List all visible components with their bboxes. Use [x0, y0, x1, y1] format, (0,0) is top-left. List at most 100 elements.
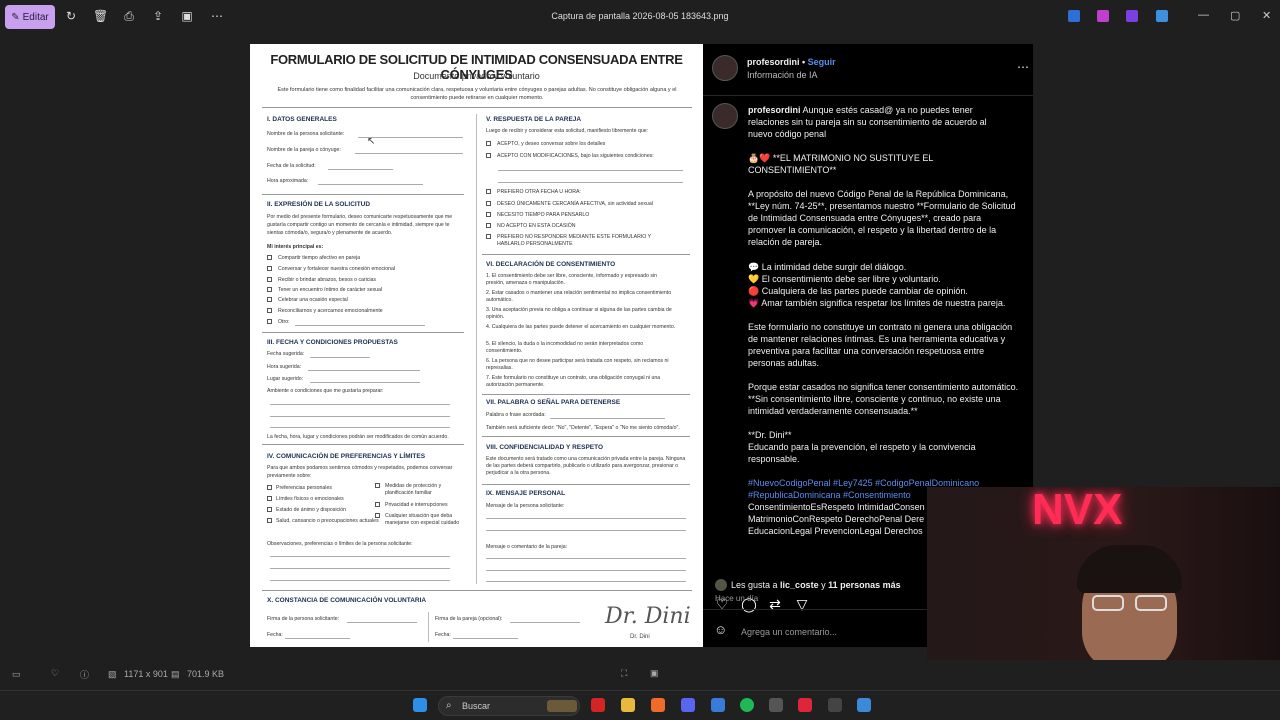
option-label: Privacidad e interrupciones	[385, 502, 448, 508]
field-line	[328, 169, 393, 170]
media-player-icon[interactable]	[591, 698, 605, 712]
column-divider	[428, 612, 429, 642]
avatar[interactable]	[712, 103, 738, 129]
post-username[interactable]: profesordini • Seguir	[747, 56, 836, 68]
caption-signature: **Dr. Dini**	[748, 430, 792, 440]
field-label: Fecha de la solicitud:	[267, 163, 316, 169]
window-title: Captura de pantalla 2026-08-05 183643.pn…	[551, 11, 729, 21]
field-label: Mensaje o comentario de la pareja:	[486, 544, 568, 550]
section-heading: II. EXPRESIÓN DE LA SOLICITUD	[267, 201, 371, 208]
section-text: Este documento será tratado como una com…	[486, 456, 686, 476]
app-icon[interactable]	[1156, 10, 1168, 22]
more-options-icon[interactable]: ⋯	[1017, 61, 1029, 73]
minimize-icon[interactable]: —	[1198, 9, 1209, 21]
option-label: PREFIERO NO RESPONDER MEDIANTE ESTE FORM…	[497, 234, 652, 247]
option-label: NO ACEPTO EN ESTA OCASIÓN	[497, 223, 576, 229]
close-icon[interactable]: ✕	[1262, 9, 1271, 22]
declaration-item: 2. Estar casados o mantener una relación…	[486, 290, 672, 303]
taskbar-search[interactable]: ⌕ Buscar	[438, 696, 580, 716]
checkbox	[267, 485, 272, 490]
status-bar: ▭ ♡ ⓘ ▧ 1171 x 901 ▤ 701.9 KB ⛶ ▣	[0, 660, 1280, 690]
option-label: ACEPTO, y deseo conversar sobre los deta…	[497, 141, 606, 147]
field-line	[310, 382, 420, 383]
caption-bullet: 💗 Amar también significa respetar los lí…	[748, 298, 1006, 308]
info-icon[interactable]: ⓘ	[80, 668, 89, 681]
image-dimensions: 1171 x 901	[124, 669, 168, 679]
field-label: Observaciones, preferencias o límites de…	[267, 541, 413, 547]
follow-button[interactable]: Seguir	[808, 57, 836, 67]
declaration-item: 6. La persona que no desee participar se…	[486, 358, 669, 371]
checkbox	[267, 297, 272, 302]
spotify-icon[interactable]	[740, 698, 754, 712]
document-image: FORMULARIO DE SOLICITUD DE INTIMIDAD CON…	[250, 44, 703, 647]
option-label: Cualquier situación que deba manejarse c…	[385, 513, 460, 526]
section-text: Para que ambos podamos sentirnos cómodos…	[267, 465, 453, 479]
option-label: Reconciliarnos y acercarnos emocionalmen…	[278, 308, 383, 314]
search-icon: ⌕	[446, 700, 452, 711]
field-line	[486, 518, 686, 519]
field-line	[486, 558, 686, 559]
divider	[482, 394, 690, 395]
hashtags-more[interactable]: ConsentimientoEsRespeto IntimidadConsen …	[748, 501, 928, 537]
checkbox	[267, 496, 272, 501]
checkbox	[267, 266, 272, 271]
comment-input[interactable]: Agrega un comentario...	[741, 626, 837, 638]
caption-paragraph: Porque estar casados no significa tener …	[748, 382, 1019, 416]
field-line	[270, 404, 450, 405]
field-line	[498, 170, 683, 171]
taskbar	[0, 690, 1280, 720]
app-icon[interactable]	[1097, 10, 1109, 22]
brave-browser-icon[interactable]	[651, 698, 665, 712]
section-heading: VII. PALABRA O SEÑAL PARA DETENERSE	[486, 399, 621, 406]
likes-text[interactable]: Les gusta a lic_coste y 11 personas más	[731, 579, 901, 591]
app-icon[interactable]	[828, 698, 842, 712]
maximize-icon[interactable]: ▢	[1230, 9, 1240, 22]
doc-intro: Este formulario tiene como finalidad fac…	[277, 87, 677, 101]
field-label: Nombre de la persona solicitante:	[267, 131, 345, 137]
field-line	[486, 530, 686, 531]
caption: profesordini Aunque estés casad@ ya no p…	[748, 105, 987, 139]
option-label: ACEPTO CON MODIFICACIONES, bajo las sigu…	[497, 153, 654, 159]
section-heading: VI. DECLARACIÓN DE CONSENTIMIENTO	[486, 261, 616, 268]
dimensions-icon: ▧	[108, 669, 117, 679]
checkbox	[486, 212, 491, 217]
section-heading: III. FECHA Y CONDICIONES PROPUESTAS	[267, 339, 398, 346]
avatar[interactable]	[712, 55, 738, 81]
caption-heading: 🎂❤️ **EL MATRIMONIO NO SUSTITUYE EL CONS…	[748, 153, 934, 175]
discord-icon[interactable]	[681, 698, 695, 712]
settings-icon[interactable]	[769, 698, 783, 712]
file-explorer-icon[interactable]	[621, 698, 635, 712]
section-heading: X. CONSTANCIA DE COMUNICACIÓN VOLUNTARIA	[267, 597, 427, 604]
declaration-item: 5. El silencio, la duda o la incomodidad…	[486, 341, 644, 354]
start-button[interactable]	[413, 698, 427, 712]
field-line	[270, 556, 450, 557]
section-heading: IX. MENSAJE PERSONAL	[486, 490, 566, 497]
neon-sign: NVX	[1032, 487, 1123, 534]
option-label: Tener un encuentro íntimo de carácter se…	[278, 287, 383, 293]
option-label: PREFIERO OTRA FECHA U HORA:	[497, 189, 581, 195]
option-label: Medidas de protección y planificación fa…	[385, 483, 442, 496]
field-line	[550, 418, 665, 419]
option-label: Compartir tiempo afectivo en pareja	[278, 255, 361, 261]
filmstrip-icon[interactable]: ▭	[12, 669, 21, 680]
checkbox	[375, 483, 380, 488]
app-icon[interactable]	[1068, 10, 1080, 22]
checkbox	[267, 287, 272, 292]
file-size-icon: ▤	[171, 669, 180, 679]
favorite-icon[interactable]: ♡	[51, 668, 59, 679]
store-icon[interactable]	[711, 698, 725, 712]
field-label: Fecha:	[435, 632, 451, 638]
emoji-icon[interactable]: ☺	[714, 623, 727, 636]
field-line	[486, 570, 686, 571]
app-icon[interactable]	[1126, 10, 1138, 22]
option-label: Otro:	[278, 319, 290, 325]
option-label: Estado de ánimo y disposición	[276, 507, 347, 513]
actual-size-icon[interactable]: ▣	[650, 668, 659, 679]
photos-app-icon[interactable]	[857, 698, 871, 712]
fit-to-window-icon[interactable]: ⛶	[621, 668, 627, 679]
checkbox	[486, 153, 491, 158]
avatar	[715, 579, 727, 591]
section-heading: I. DATOS GENERALES	[267, 116, 337, 123]
app-icon[interactable]	[798, 698, 812, 712]
field-line	[308, 370, 420, 371]
